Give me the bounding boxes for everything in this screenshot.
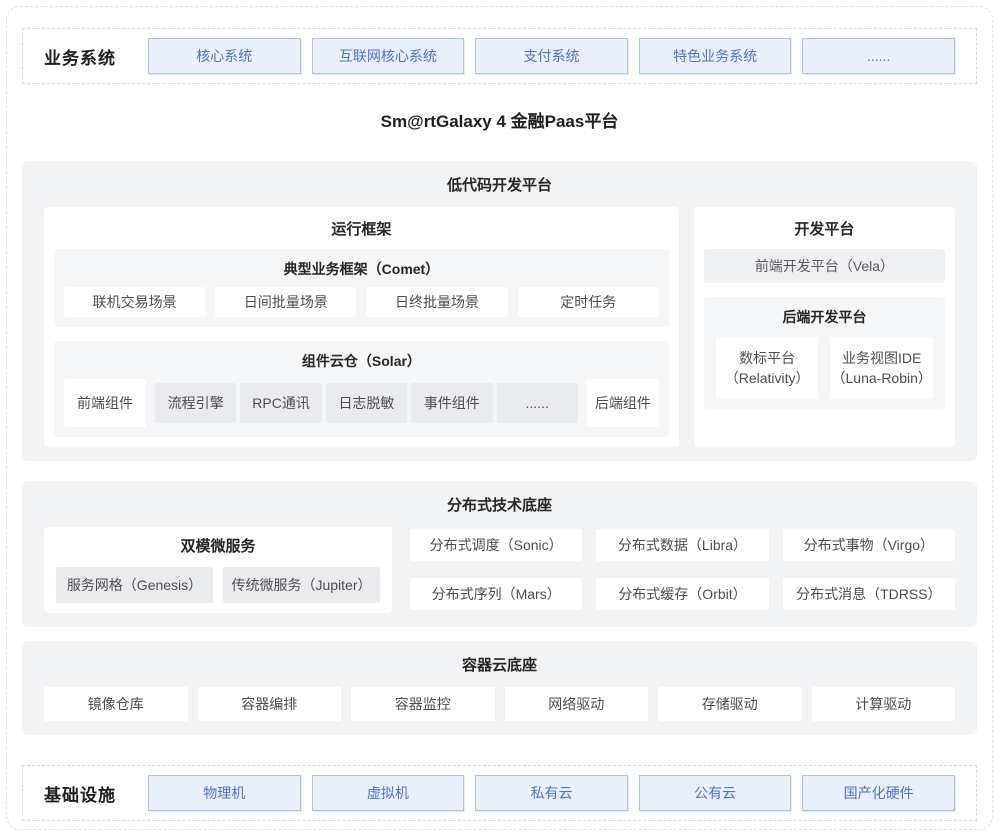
- business-system-box: 特色业务系统: [639, 38, 792, 74]
- distributed-grid: 分布式调度（Sonic） 分布式数据（Libra） 分布式事物（Virgo） 分…: [410, 529, 955, 613]
- backend-dev-title: 后端开发平台: [716, 305, 933, 329]
- comet-title: 典型业务框架（Comet）: [64, 257, 659, 281]
- comet-item: 定时任务: [518, 287, 659, 317]
- distributed-item: 分布式调度（Sonic）: [410, 529, 582, 561]
- comet-item: 日间批量场景: [215, 287, 356, 317]
- comet-item: 联机交易场景: [64, 287, 205, 317]
- container-item: 容器编排: [198, 687, 342, 721]
- runtime-framework-panel: 运行框架 典型业务框架（Comet） 联机交易场景 日间批量场景 日终批量场景 …: [44, 207, 679, 447]
- page-title: Sm@rtGalaxy 4 金融Paas平台: [7, 100, 992, 144]
- container-item: 存储驱动: [658, 687, 802, 721]
- distributed-item: 分布式缓存（Orbit）: [596, 578, 768, 610]
- comet-item: 日终批量场景: [366, 287, 507, 317]
- container-item: 容器监控: [351, 687, 495, 721]
- comet-items: 联机交易场景 日间批量场景 日终批量场景 定时任务: [64, 287, 659, 317]
- solar-chip: 流程引擎: [155, 383, 236, 423]
- backend-dev-item-line2: （Relativity）: [716, 368, 819, 388]
- solar-chip: ......: [497, 383, 578, 423]
- container-item: 计算驱动: [812, 687, 956, 721]
- infrastructure-box: 国产化硬件: [802, 775, 955, 811]
- business-system-box: 核心系统: [148, 38, 301, 74]
- infrastructure-row: 基础设施 物理机 虚拟机 私有云 公有云 国产化硬件: [22, 765, 977, 821]
- comet-subpanel: 典型业务框架（Comet） 联机交易场景 日间批量场景 日终批量场景 定时任务: [54, 249, 669, 327]
- backend-dev-item-line1: 业务视图IDE: [830, 348, 933, 368]
- distributed-item: 分布式事物（Virgo）: [783, 529, 955, 561]
- container-base-title: 容器云底座: [44, 653, 955, 679]
- backend-dev-subpanel: 后端开发平台 数标平台 （Relativity） 业务视图IDE （Luna-R…: [704, 297, 945, 409]
- runtime-framework-title: 运行框架: [54, 217, 669, 243]
- dual-mode-panel: 双模微服务 服务网格（Genesis） 传统微服务（Jupiter）: [44, 527, 392, 613]
- distributed-item: 分布式消息（TDRSS）: [783, 578, 955, 610]
- backend-dev-item: 数标平台 （Relativity）: [716, 337, 819, 399]
- business-system-box: 支付系统: [475, 38, 628, 74]
- backend-dev-items: 数标平台 （Relativity） 业务视图IDE （Luna-Robin）: [716, 337, 933, 399]
- low-code-platform-section: 低代码开发平台 运行框架 典型业务框架（Comet） 联机交易场景 日间批量场景…: [22, 161, 977, 461]
- solar-title: 组件云仓（Solar）: [64, 349, 659, 373]
- dual-mode-items: 服务网格（Genesis） 传统微服务（Jupiter）: [56, 567, 380, 603]
- low-code-platform-body: 运行框架 典型业务框架（Comet） 联机交易场景 日间批量场景 日终批量场景 …: [44, 207, 955, 447]
- solar-chips: 流程引擎 RPC通讯 日志脱敏 事件组件 ......: [155, 383, 578, 423]
- solar-back-components: 后端组件: [587, 379, 659, 427]
- frontend-dev-platform-box: 前端开发平台（Vela）: [704, 249, 945, 283]
- business-systems-items: 核心系统 互联网核心系统 支付系统 特色业务系统 ......: [148, 38, 955, 74]
- backend-dev-item-line1: 数标平台: [716, 348, 819, 368]
- dual-mode-item: 服务网格（Genesis）: [56, 567, 213, 603]
- architecture-diagram-card: 业务系统 核心系统 互联网核心系统 支付系统 特色业务系统 ...... Sm@…: [6, 6, 993, 830]
- backend-dev-item-line2: （Luna-Robin）: [830, 368, 933, 388]
- solar-chip: 事件组件: [411, 383, 492, 423]
- solar-subpanel: 组件云仓（Solar） 前端组件 流程引擎 RPC通讯 日志脱敏 事件组件 ..…: [54, 341, 669, 437]
- solar-chip: 日志脱敏: [326, 383, 407, 423]
- container-item: 网络驱动: [505, 687, 649, 721]
- business-system-box: ......: [802, 38, 955, 74]
- dual-mode-title: 双模微服务: [56, 535, 380, 559]
- distributed-base-section: 分布式技术底座 双模微服务 服务网格（Genesis） 传统微服务（Jupite…: [22, 481, 977, 627]
- distributed-base-title: 分布式技术底座: [44, 493, 955, 519]
- solar-items: 前端组件 流程引擎 RPC通讯 日志脱敏 事件组件 ...... 后端组件: [64, 379, 659, 427]
- container-base-items: 镜像仓库 容器编排 容器监控 网络驱动 存储驱动 计算驱动: [44, 687, 955, 721]
- business-systems-label: 业务系统: [44, 44, 148, 69]
- distributed-base-body: 双模微服务 服务网格（Genesis） 传统微服务（Jupiter） 分布式调度…: [44, 527, 955, 613]
- infrastructure-items: 物理机 虚拟机 私有云 公有云 国产化硬件: [148, 775, 955, 811]
- business-system-box: 互联网核心系统: [312, 38, 465, 74]
- business-systems-row: 业务系统 核心系统 互联网核心系统 支付系统 特色业务系统 ......: [22, 28, 977, 84]
- container-base-section: 容器云底座 镜像仓库 容器编排 容器监控 网络驱动 存储驱动 计算驱动: [22, 641, 977, 735]
- solar-chip: RPC通讯: [240, 383, 321, 423]
- infrastructure-box: 公有云: [639, 775, 792, 811]
- low-code-platform-title: 低代码开发平台: [44, 173, 955, 199]
- container-item: 镜像仓库: [44, 687, 188, 721]
- dev-platform-panel: 开发平台 前端开发平台（Vela） 后端开发平台 数标平台 （Relativit…: [694, 207, 955, 447]
- infrastructure-label: 基础设施: [44, 781, 148, 806]
- distributed-item: 分布式数据（Libra）: [596, 529, 768, 561]
- solar-front-components: 前端组件: [64, 379, 146, 427]
- infrastructure-box: 私有云: [475, 775, 628, 811]
- distributed-item: 分布式序列（Mars）: [410, 578, 582, 610]
- backend-dev-item: 业务视图IDE （Luna-Robin）: [830, 337, 933, 399]
- dual-mode-item: 传统微服务（Jupiter）: [223, 567, 380, 603]
- dev-platform-title: 开发平台: [704, 217, 945, 243]
- infrastructure-box: 物理机: [148, 775, 301, 811]
- infrastructure-box: 虚拟机: [312, 775, 465, 811]
